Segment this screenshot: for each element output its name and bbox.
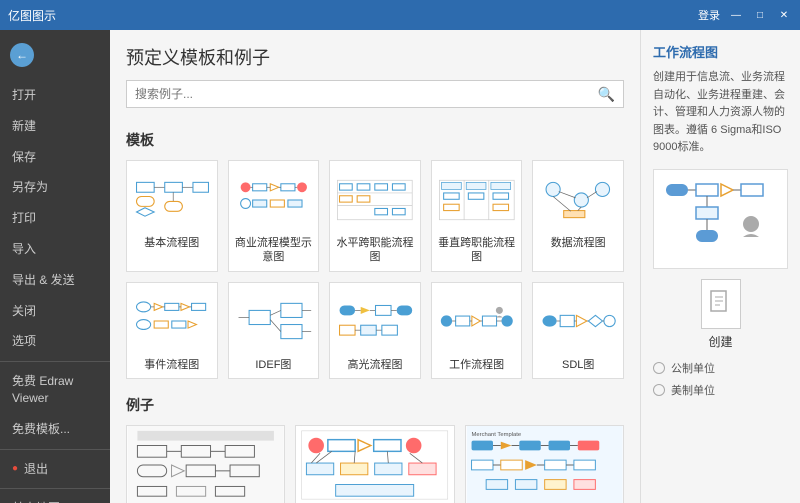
radio-metric bbox=[653, 362, 665, 374]
sidebar-header: ← bbox=[0, 30, 110, 80]
sidebar-item-export[interactable]: 导出 & 发送 bbox=[0, 265, 110, 296]
template-thumb-vswim bbox=[438, 167, 516, 232]
template-thumb-biz bbox=[235, 167, 313, 232]
template-label-event: 事件流程图 bbox=[144, 358, 199, 372]
template-swim-lane[interactable]: 水平跨职能流程图 bbox=[329, 160, 421, 272]
sidebar: ← 打开 新建 保存 另存为 打印 导入 导出 & 发送 关闭 选项 免费 Ed… bbox=[0, 30, 110, 503]
sidebar-item-saveas[interactable]: 另存为 bbox=[0, 172, 110, 203]
minimize-btn[interactable]: — bbox=[728, 7, 744, 23]
create-icon bbox=[701, 279, 741, 329]
template-thumb-sdl bbox=[539, 289, 617, 354]
template-event-flow[interactable]: 事件流程图 bbox=[126, 282, 218, 379]
example-grid: Merchant Template bbox=[126, 425, 624, 503]
main-header: 预定义模板和例子 🔍 bbox=[110, 30, 640, 118]
template-label-sdl: SDL图 bbox=[562, 358, 594, 372]
template-basic-flow[interactable]: 基本流程图 bbox=[126, 160, 218, 272]
panel-preview bbox=[653, 169, 788, 269]
template-label-basic: 基本流程图 bbox=[144, 236, 199, 250]
panel-title: 工作流程图 bbox=[653, 42, 788, 61]
example-card-2[interactable] bbox=[295, 425, 454, 503]
search-icon[interactable]: 🔍 bbox=[598, 86, 615, 103]
template-biz-process[interactable]: 商业流程模型示意图 bbox=[228, 160, 320, 272]
create-label: 创建 bbox=[708, 333, 732, 350]
sidebar-item-options[interactable]: 选项 bbox=[0, 326, 110, 357]
template-label-idef: IDEF图 bbox=[255, 358, 291, 372]
page-title: 预定义模板和例子 bbox=[126, 44, 624, 70]
templates-section-title: 模板 bbox=[126, 130, 624, 150]
close-btn[interactable]: ✕ bbox=[776, 7, 792, 23]
exit-label: 退出 bbox=[24, 461, 48, 478]
example-card-1[interactable] bbox=[126, 425, 285, 503]
right-panel: 工作流程图 创建用于信息流、业务流程自动化、业务进程重建、会计、管理和人力资源人… bbox=[640, 30, 800, 503]
login-btn[interactable]: 登录 bbox=[698, 7, 720, 23]
template-highlight[interactable]: 高光流程图 bbox=[329, 282, 421, 379]
unit-imperial[interactable]: 美制单位 bbox=[653, 382, 788, 398]
sidebar-cat-basic-map[interactable]: 基本地图 bbox=[0, 493, 110, 503]
content-area: 模板 bbox=[110, 118, 640, 503]
search-bar: 🔍 bbox=[126, 80, 624, 108]
sidebar-item-print[interactable]: 打印 bbox=[0, 203, 110, 234]
sidebar-item-import[interactable]: 导入 bbox=[0, 234, 110, 265]
template-thumb-highlight bbox=[336, 289, 414, 354]
examples-section-title: 例子 bbox=[126, 395, 624, 415]
divider3 bbox=[0, 488, 110, 489]
template-sdl[interactable]: SDL图 bbox=[532, 282, 624, 379]
search-input[interactable] bbox=[135, 87, 592, 101]
window-controls: 登录 — □ ✕ bbox=[698, 7, 792, 23]
maximize-btn[interactable]: □ bbox=[752, 7, 768, 23]
sidebar-item-save[interactable]: 保存 bbox=[0, 142, 110, 173]
template-thumb-data bbox=[539, 167, 617, 232]
divider2 bbox=[0, 449, 110, 450]
template-label-swim: 水平跨职能流程图 bbox=[336, 236, 414, 265]
sidebar-item-exit[interactable]: ● 退出 bbox=[0, 454, 110, 485]
main-content: 预定义模板和例子 🔍 模板 bbox=[110, 30, 640, 503]
template-label-data: 数据流程图 bbox=[551, 236, 606, 250]
unit-metric-label: 公制单位 bbox=[671, 360, 715, 376]
unit-options: 公制单位 美制单位 bbox=[653, 360, 788, 404]
template-label-vswim: 垂直跨职能流程图 bbox=[438, 236, 516, 265]
create-button[interactable]: 创建 bbox=[653, 279, 788, 350]
sidebar-item-free-templates[interactable]: 免费模板... bbox=[0, 414, 110, 445]
sidebar-item-free-viewer[interactable]: 免费 Edraw Viewer bbox=[0, 366, 110, 414]
template-label-workflow: 工作流程图 bbox=[449, 358, 504, 372]
template-thumb-event bbox=[133, 289, 211, 354]
sidebar-item-open[interactable]: 打开 bbox=[0, 80, 110, 111]
panel-description: 创建用于信息流、业务流程自动化、业务进程重建、会计、管理和人力资源人物的图表。遵… bbox=[653, 69, 788, 157]
template-label-biz: 商业流程模型示意图 bbox=[235, 236, 313, 265]
template-workflow[interactable]: 工作流程图 bbox=[431, 282, 523, 379]
template-label-highlight: 高光流程图 bbox=[347, 358, 402, 372]
divider1 bbox=[0, 361, 110, 362]
example-card-3[interactable]: Merchant Template bbox=[465, 425, 624, 503]
template-thumb-basic bbox=[133, 167, 211, 232]
svg-text:Merchant Template: Merchant Template bbox=[471, 432, 521, 438]
exit-icon: ● bbox=[12, 462, 18, 476]
sidebar-item-new[interactable]: 新建 bbox=[0, 111, 110, 142]
unit-imperial-label: 美制单位 bbox=[671, 382, 715, 398]
title-bar: 亿图图示 登录 — □ ✕ bbox=[0, 0, 800, 30]
template-grid: 基本流程图 bbox=[126, 160, 624, 379]
template-idef[interactable]: IDEF图 bbox=[228, 282, 320, 379]
app-title: 亿图图示 bbox=[8, 7, 56, 24]
sidebar-menu: 打开 新建 保存 另存为 打印 导入 导出 & 发送 关闭 选项 免费 Edra… bbox=[0, 80, 110, 503]
radio-imperial bbox=[653, 384, 665, 396]
template-vertical-swim[interactable]: 垂直跨职能流程图 bbox=[431, 160, 523, 272]
template-data-flow[interactable]: 数据流程图 bbox=[532, 160, 624, 272]
template-thumb-idef bbox=[235, 289, 313, 354]
sidebar-item-close[interactable]: 关闭 bbox=[0, 296, 110, 327]
template-thumb-workflow bbox=[438, 289, 516, 354]
back-button[interactable]: ← bbox=[10, 43, 34, 67]
template-thumb-swim bbox=[336, 167, 414, 232]
unit-metric[interactable]: 公制单位 bbox=[653, 360, 788, 376]
